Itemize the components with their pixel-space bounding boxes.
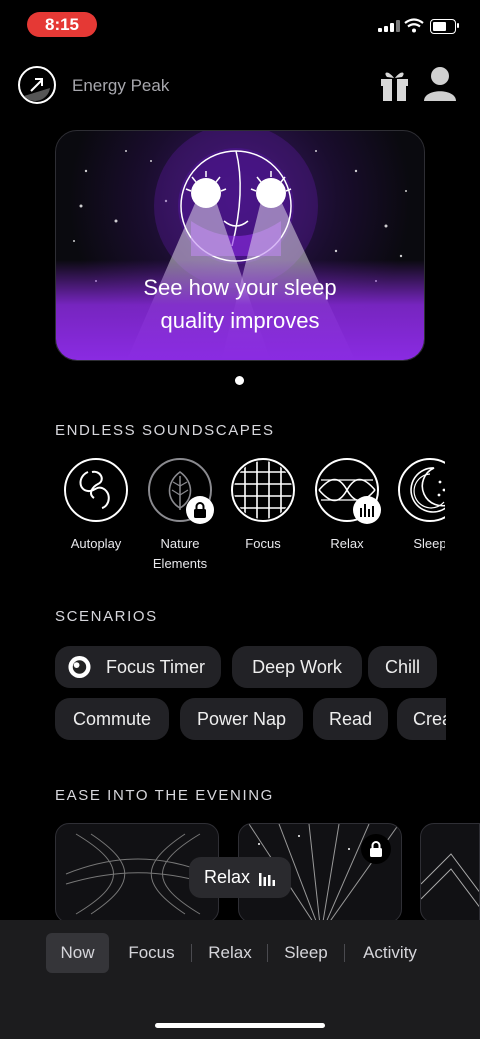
tab-sleep[interactable]: Sleep xyxy=(276,933,336,973)
tab-relax[interactable]: Relax xyxy=(199,933,261,973)
evening-card-3[interactable] xyxy=(420,823,480,923)
moon-icon xyxy=(398,458,445,522)
carousel-page-indicator[interactable] xyxy=(235,376,244,385)
energy-level-label[interactable]: Energy Peak xyxy=(72,76,169,96)
grid-globe-icon xyxy=(231,458,295,522)
sleep-quality-banner[interactable]: See how your sleep quality improves xyxy=(55,130,425,361)
focus-timer-icon xyxy=(68,655,91,679)
status-time: 8:15 xyxy=(27,12,97,37)
banner-text: See how your sleep quality improves xyxy=(143,275,337,333)
scenario-chip-power-nap[interactable]: Power Nap xyxy=(180,698,303,740)
scenario-chip-deep-work[interactable]: Deep Work xyxy=(232,646,362,688)
energy-logo-icon[interactable] xyxy=(18,66,56,104)
tab-divider xyxy=(267,944,268,962)
now-playing-icon xyxy=(353,496,381,524)
soundscapes-row[interactable]: Autoplay Nature Elements Focus Relax Sle… xyxy=(0,458,445,588)
tab-activity[interactable]: Activity xyxy=(352,933,428,973)
gift-icon[interactable] xyxy=(379,67,410,102)
scenario-chip-focus-timer[interactable]: Focus Timer xyxy=(55,646,221,688)
scenario-chip-commute[interactable]: Commute xyxy=(55,698,169,740)
mini-player[interactable]: Relax xyxy=(189,857,291,898)
soundscape-autoplay[interactable]: Autoplay xyxy=(62,458,130,554)
soundscape-relax[interactable]: Relax xyxy=(313,458,381,554)
home-indicator[interactable] xyxy=(155,1023,325,1028)
wave-icon xyxy=(315,458,381,524)
section-title-scenarios: SCENARIOS xyxy=(55,608,158,625)
battery-icon xyxy=(430,19,456,34)
section-title-soundscapes: ENDLESS SOUNDSCAPES xyxy=(55,422,275,439)
tab-focus[interactable]: Focus xyxy=(120,933,183,973)
tab-now[interactable]: Now xyxy=(46,933,109,973)
wifi-icon xyxy=(404,18,424,33)
cellular-signal-icon xyxy=(378,20,400,32)
soundscape-focus[interactable]: Focus xyxy=(229,458,297,554)
card-artwork xyxy=(421,853,479,908)
profile-icon[interactable] xyxy=(423,66,457,102)
leaf-icon xyxy=(148,458,214,524)
scenario-chip-create[interactable]: Create xyxy=(397,698,446,740)
tab-divider xyxy=(191,944,192,962)
scenario-chip-chill[interactable]: Chill xyxy=(368,646,437,688)
equalizer-icon xyxy=(259,872,276,886)
soundscape-nature-elements[interactable]: Nature Elements xyxy=(146,458,214,574)
scenario-chip-read[interactable]: Read xyxy=(313,698,388,740)
soundscape-sleep[interactable]: Sleep xyxy=(396,458,445,554)
lock-icon xyxy=(361,834,391,864)
tab-divider xyxy=(344,944,345,962)
lock-icon xyxy=(186,496,214,524)
scenarios-list[interactable]: Focus Timer Deep Work Chill Commute Powe… xyxy=(0,640,446,750)
autoplay-icon xyxy=(64,458,128,522)
section-title-evening: EASE INTO THE EVENING xyxy=(55,787,274,804)
